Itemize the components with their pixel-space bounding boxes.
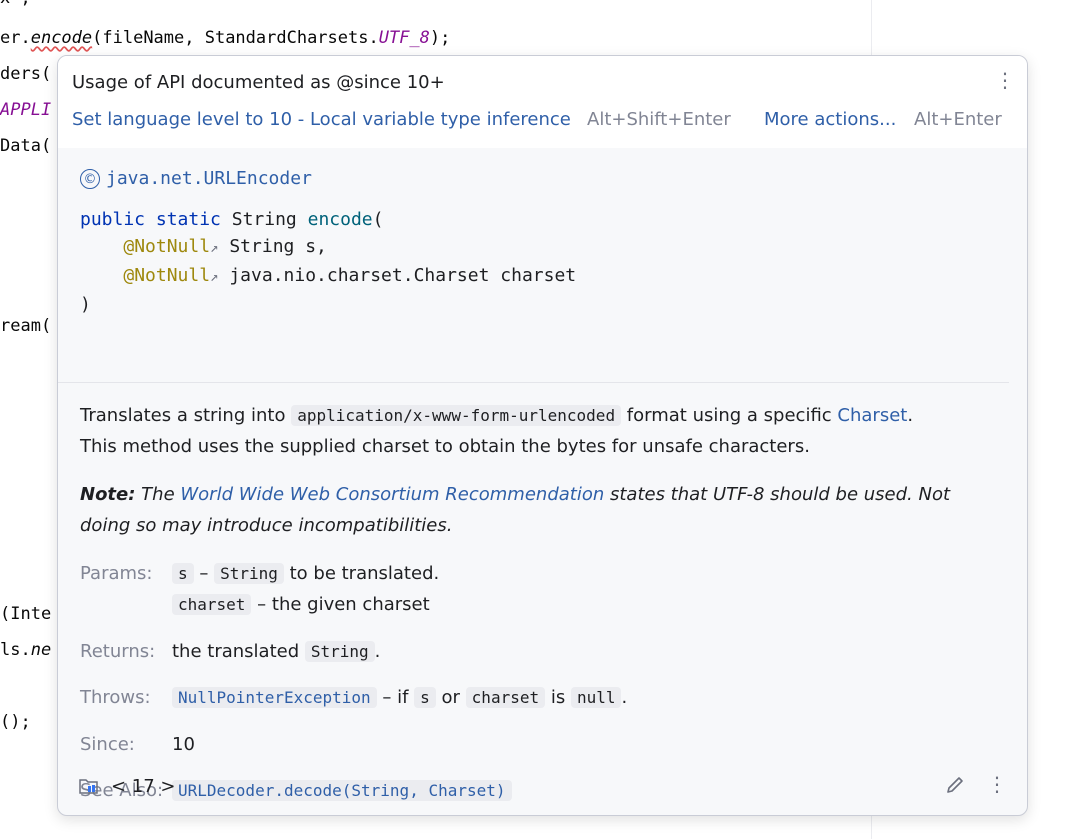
signature-open-paren: ( xyxy=(372,209,384,230)
returns-text: the translated xyxy=(172,641,305,662)
signature-return-type: String xyxy=(231,209,297,230)
footer-more-icon[interactable]: ⋮ xyxy=(987,772,1007,796)
code-token: encode xyxy=(30,28,93,48)
desc-text: . xyxy=(907,405,914,426)
throws-label: Throws: xyxy=(80,687,151,708)
param-s: s – String to be translated. xyxy=(172,563,439,584)
charset-link[interactable]: Charset xyxy=(837,405,907,426)
throws-code-s: s xyxy=(414,687,436,708)
signature-param-2: java.nio.charset.Charset charset xyxy=(229,265,577,286)
returns-value: the translated String. xyxy=(172,641,380,662)
code-token: (); xyxy=(0,712,31,732)
code-token: (fileName, StandardCharsets. xyxy=(92,28,379,48)
code-token: ream( xyxy=(0,316,52,336)
code-line[interactable]: x"; xyxy=(0,0,31,8)
see-also-value: URLDecoder.decode(String, Charset) xyxy=(172,780,512,801)
library-folder-icon[interactable] xyxy=(78,776,100,796)
param-s-desc: to be translated. xyxy=(283,563,440,584)
param-charset-desc: – the given charset xyxy=(251,594,430,615)
throws-text: . xyxy=(621,687,628,708)
code-token: ); xyxy=(429,28,451,48)
param-s-type: String xyxy=(214,563,284,584)
quick-fix-shortcut: Alt+Shift+Enter xyxy=(587,109,731,130)
class-reference[interactable]: © java.net.URLEncoder xyxy=(80,168,312,189)
code-token: ders( xyxy=(0,64,52,84)
code-line[interactable]: ders( xyxy=(0,64,51,84)
throws-value: NullPointerException – if s or charset i… xyxy=(172,687,627,708)
code-token: UTF_8 xyxy=(378,28,430,48)
code-token: ls. xyxy=(0,640,31,660)
since-value: 10 xyxy=(172,734,195,755)
external-link-icon[interactable]: ↗ xyxy=(210,240,218,256)
code-line[interactable]: APPLI xyxy=(0,100,51,120)
note-paragraph: Note: The World Wide Web Consortium Reco… xyxy=(80,479,1000,541)
throws-text: is xyxy=(545,687,571,708)
documentation-popup: Usage of API documented as @since 10+ ⋮ … xyxy=(57,55,1028,816)
inspection-title: Usage of API documented as @since 10+ xyxy=(72,72,445,93)
class-name[interactable]: java.net.URLEncoder xyxy=(106,168,312,189)
param-charset-name: charset xyxy=(172,594,252,615)
code-token: APPLI xyxy=(0,100,52,120)
note-label: Note: xyxy=(80,484,136,505)
more-actions-link[interactable]: More actions... xyxy=(764,109,896,130)
external-link-icon[interactable]: ↗ xyxy=(210,269,218,285)
returns-text: . xyxy=(374,641,381,662)
params-label: Params: xyxy=(80,563,153,584)
desc-text: This method uses the supplied charset to… xyxy=(80,436,810,457)
throws-code-null: null xyxy=(570,687,622,708)
returns-label: Returns: xyxy=(80,641,156,662)
throws-text: or xyxy=(435,687,466,708)
method-signature: public static String encode( @NotNull↗ S… xyxy=(80,206,576,318)
desc-text: Translates a string into xyxy=(80,405,292,426)
throws-text: – if xyxy=(376,687,415,708)
code-line[interactable]: er.encode(fileName, StandardCharsets.UTF… xyxy=(0,28,450,48)
param-charset: charset – the given charset xyxy=(172,594,430,615)
throws-code-charset: charset xyxy=(465,687,546,708)
notnull-annotation[interactable]: @NotNull xyxy=(123,236,210,257)
code-token: (Inte xyxy=(0,604,52,624)
code-line[interactable]: (); xyxy=(0,712,31,732)
code-token: Data( xyxy=(0,136,52,156)
section-divider xyxy=(58,382,1009,383)
param-dash: – xyxy=(193,563,215,584)
param-s-name: s xyxy=(172,563,194,584)
npe-link[interactable]: NullPointerException xyxy=(172,687,377,708)
more-actions-shortcut: Alt+Enter xyxy=(914,109,1002,130)
code-line[interactable]: ls.ne xyxy=(0,640,51,660)
quick-fix-link[interactable]: Set language level to 10 - Local variabl… xyxy=(72,109,571,130)
note-text: The xyxy=(135,484,181,505)
mime-type-code: application/x-www-form-urlencoded xyxy=(291,405,622,426)
jdk-version-nav[interactable]: < 17 > xyxy=(111,776,176,797)
code-token: x"; xyxy=(0,0,31,8)
returns-type: String xyxy=(304,641,375,662)
edit-pencil-icon[interactable] xyxy=(944,774,966,796)
more-options-icon[interactable]: ⋮ xyxy=(995,68,1015,92)
urldecoder-link[interactable]: URLDecoder.decode(String, Charset) xyxy=(172,780,512,801)
signature-param-1: String s, xyxy=(229,236,327,257)
since-label: Since: xyxy=(80,734,135,755)
notnull-annotation[interactable]: @NotNull xyxy=(123,265,210,286)
code-line[interactable]: ream( xyxy=(0,316,51,336)
method-description: Translates a string into application/x-w… xyxy=(80,400,1000,462)
code-token: er. xyxy=(0,28,31,48)
popup-header: Usage of API documented as @since 10+ ⋮ … xyxy=(58,56,1027,148)
signature-method-name: encode xyxy=(307,209,373,230)
signature-close-paren: ) xyxy=(80,294,91,315)
class-icon: © xyxy=(80,168,100,189)
code-line[interactable]: (Inte xyxy=(0,604,51,624)
code-line[interactable]: Data( xyxy=(0,136,51,156)
code-token: ne xyxy=(30,640,52,660)
desc-text: format using a specific xyxy=(621,405,838,426)
w3c-recommendation-link[interactable]: World Wide Web Consortium Recommendation xyxy=(180,484,604,505)
signature-modifiers: public static xyxy=(80,209,221,230)
